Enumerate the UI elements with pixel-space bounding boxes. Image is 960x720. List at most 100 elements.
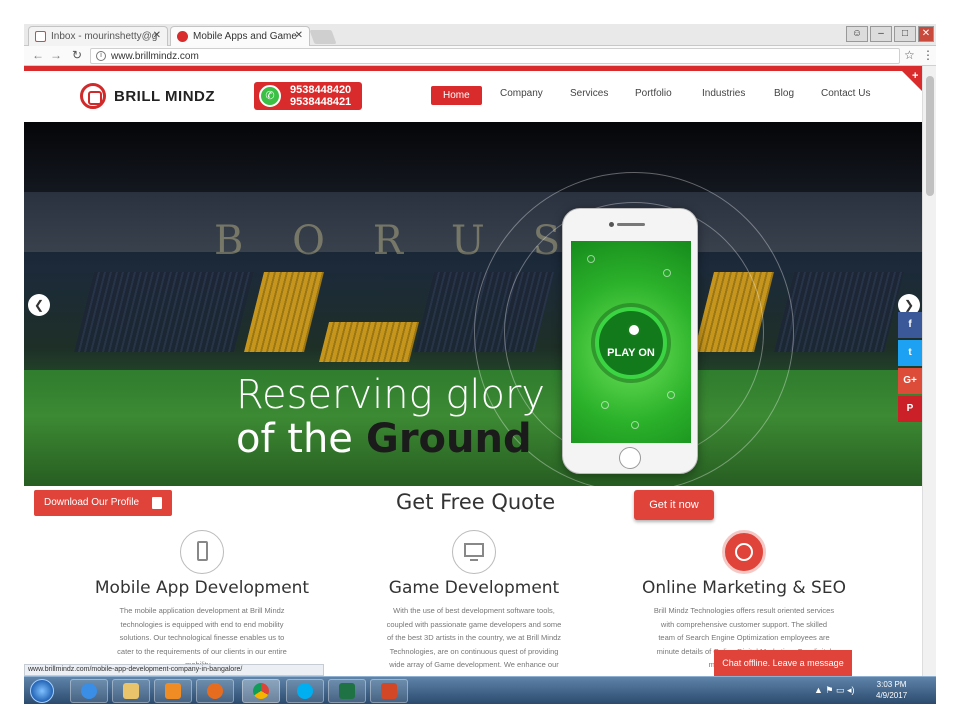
tab-label: Mobile Apps and Game — [193, 31, 297, 42]
ball-icon — [601, 401, 609, 409]
service-title[interactable]: Mobile App Development — [84, 578, 320, 598]
chrome-icon — [253, 683, 269, 699]
nav-industries[interactable]: Industries — [702, 88, 745, 99]
stadium-seats — [319, 322, 419, 362]
nav-contact-us[interactable]: Contact Us — [821, 88, 870, 99]
menu-icon[interactable]: ⋮ — [922, 48, 934, 62]
mobile-icon[interactable] — [180, 530, 224, 574]
hero-slider: BORUSS Reserving glory of the Ground PLA… — [24, 122, 922, 486]
chat-offline-button[interactable]: Chat offline. Leave a message — [714, 650, 852, 676]
scrollbar-thumb[interactable] — [926, 76, 934, 196]
powerpoint-icon — [381, 683, 397, 699]
smartphone-graphic: PLAY ON — [562, 208, 698, 474]
taskbar-clock[interactable]: 3:03 PM 4/9/2017 — [876, 679, 907, 701]
ball-icon — [663, 269, 671, 277]
back-arrow-icon[interactable]: ← — [32, 48, 44, 62]
system-tray[interactable]: ▲ ⚑ ▭ ◂) — [814, 685, 855, 696]
hero-headline-plain: of the — [236, 416, 353, 462]
page-scrollbar[interactable] — [922, 66, 936, 676]
media-player-icon — [165, 683, 181, 699]
tab-label: Inbox - mourinshetty@g — [51, 31, 158, 42]
service-title[interactable]: Online Marketing & SEO — [624, 578, 864, 598]
pinterest-icon[interactable]: P — [898, 396, 922, 422]
football-icon — [627, 323, 641, 337]
corner-plus-button[interactable]: + — [902, 70, 922, 91]
get-it-now-button[interactable]: Get it now — [634, 490, 714, 520]
whatsapp-icon: ✆ — [259, 85, 281, 107]
powerpoint-taskbar-button[interactable] — [370, 679, 408, 703]
address-bar[interactable]: i www.brillmindz.com — [90, 48, 900, 64]
phone-number: 9538448420 — [290, 84, 352, 96]
top-accent-bar — [24, 66, 922, 71]
info-icon[interactable]: i — [96, 51, 106, 61]
nav-services[interactable]: Services — [570, 88, 608, 99]
close-icon[interactable]: ✕ — [295, 30, 303, 41]
reload-icon[interactable]: ↻ — [72, 48, 82, 62]
internet-explorer-taskbar-button[interactable] — [70, 679, 108, 703]
monitor-icon[interactable] — [452, 530, 496, 574]
new-tab-button[interactable] — [309, 30, 337, 44]
globe-icon[interactable] — [722, 530, 766, 574]
nav-home[interactable]: Home — [431, 86, 482, 105]
start-button-icon[interactable] — [30, 679, 54, 703]
google-plus-icon[interactable]: G+ — [898, 368, 922, 394]
nav-portfolio[interactable]: Portfolio — [635, 88, 672, 99]
tab-brill-mindz[interactable]: Mobile Apps and Game ✕ — [170, 26, 310, 46]
nav-company[interactable]: Company — [500, 88, 543, 99]
hero-headline: Reserving glory — [236, 372, 546, 418]
service-description: With the use of best development softwar… — [386, 606, 562, 669]
website: + BRILL MINDZ ✆ 9538448420 9538448421 Ho… — [24, 66, 922, 676]
slider-prev-arrow-icon[interactable]: ❮ — [28, 294, 50, 316]
play-on-label: PLAY ON — [607, 347, 655, 359]
ball-icon — [631, 421, 639, 429]
skype-icon — [297, 683, 313, 699]
stadium-roof — [24, 122, 922, 192]
excel-icon — [339, 683, 355, 699]
tab-gmail-inbox[interactable]: Inbox - mourinshetty@g ✕ — [28, 26, 168, 46]
speaker-icon — [617, 223, 645, 226]
folder-icon — [123, 683, 139, 699]
gmail-icon — [35, 31, 46, 42]
phone-number: 9538448421 — [290, 96, 352, 108]
brand-logo-icon[interactable] — [80, 83, 106, 109]
phone-screen: PLAY ON — [571, 241, 691, 443]
windows-taskbar: ▲ ⚑ ▭ ◂) 3:03 PM 4/9/2017 — [24, 676, 936, 704]
firefox-taskbar-button[interactable] — [196, 679, 234, 703]
brand-name[interactable]: BRILL MINDZ — [114, 88, 215, 105]
stadium-seats — [74, 272, 254, 352]
service-title[interactable]: Game Development — [356, 578, 592, 598]
facebook-icon[interactable]: f — [898, 312, 922, 338]
bookmark-star-icon[interactable]: ☆ — [904, 48, 915, 62]
browser-toolbar: ← → ↻ i www.brillmindz.com ☆ ⋮ — [24, 46, 936, 66]
maximize-button[interactable]: □ — [894, 26, 916, 42]
download-profile-button[interactable]: Download Our Profile — [34, 490, 172, 516]
skype-taskbar-button[interactable] — [286, 679, 324, 703]
url-text: www.brillmindz.com — [111, 51, 199, 62]
screen: Inbox - mourinshetty@g ✕ Mobile Apps and… — [0, 0, 960, 720]
close-window-button[interactable]: ✕ — [918, 26, 934, 42]
minimize-button[interactable]: – — [870, 26, 892, 42]
browser-tabbar: Inbox - mourinshetty@g ✕ Mobile Apps and… — [24, 24, 936, 46]
clock-date: 4/9/2017 — [876, 691, 908, 700]
phone-home-button — [619, 447, 641, 469]
user-icon[interactable]: ☺ — [846, 26, 868, 42]
hero-headline-bold: Ground — [366, 416, 532, 462]
media-player-taskbar-button[interactable] — [154, 679, 192, 703]
service-description: The mobile application development at Br… — [117, 606, 287, 669]
clock-time: 3:03 PM — [876, 680, 907, 689]
ie-icon — [81, 683, 97, 699]
whatsapp-contact[interactable]: ✆ 9538448420 9538448421 — [254, 82, 362, 110]
download-profile-label: Download Our Profile — [44, 497, 140, 508]
twitter-icon[interactable]: t — [898, 340, 922, 366]
stadium-seats — [244, 272, 324, 352]
chrome-taskbar-button[interactable] — [242, 679, 280, 703]
play-on-button[interactable]: PLAY ON — [595, 307, 667, 379]
ball-icon — [667, 391, 675, 399]
forward-arrow-icon[interactable]: → — [50, 48, 62, 62]
site-favicon-icon — [177, 31, 188, 42]
nav-blog[interactable]: Blog — [774, 88, 794, 99]
close-icon[interactable]: ✕ — [153, 30, 161, 41]
file-explorer-taskbar-button[interactable] — [112, 679, 150, 703]
firefox-icon — [207, 683, 223, 699]
excel-taskbar-button[interactable] — [328, 679, 366, 703]
